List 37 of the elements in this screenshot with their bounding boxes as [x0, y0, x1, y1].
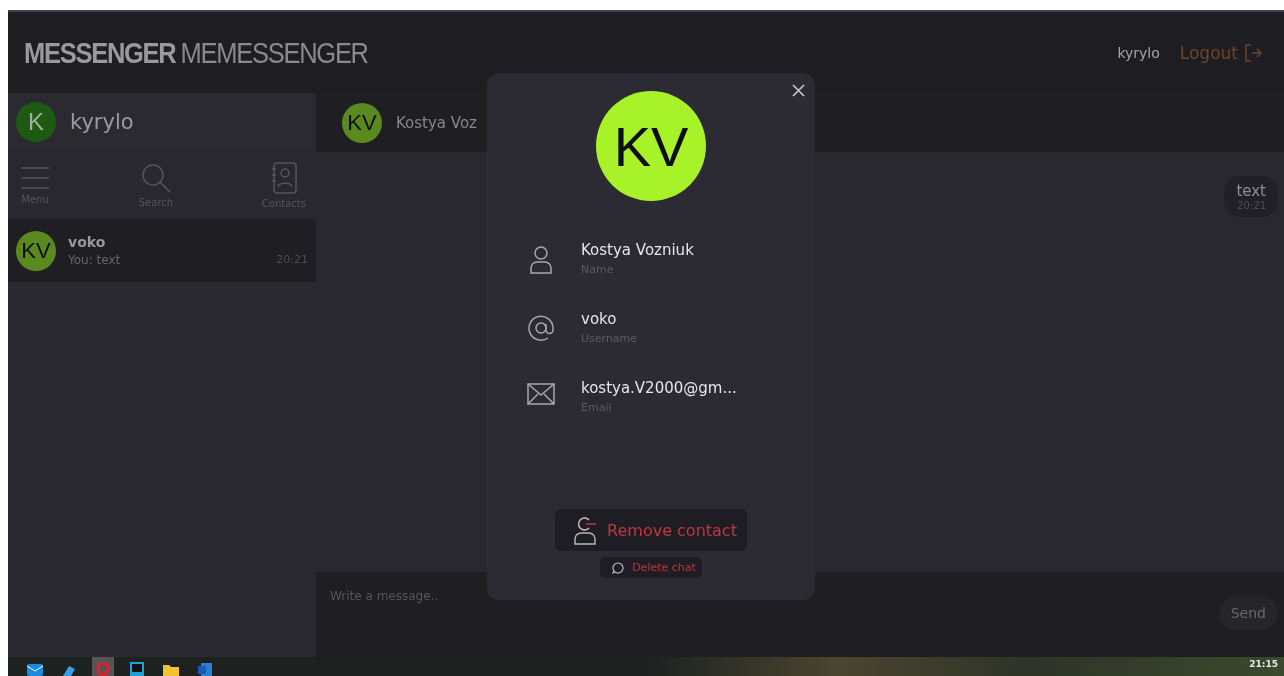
- send-button[interactable]: Send: [1218, 596, 1278, 630]
- ring-icon: [96, 662, 110, 676]
- remove-contact-button[interactable]: Remove contact: [555, 509, 747, 551]
- envelope-icon: [27, 664, 43, 676]
- delete-chat-button[interactable]: Delete chat: [600, 557, 702, 578]
- logout-icon: [1244, 43, 1262, 62]
- document-icon: [198, 663, 212, 676]
- logo-text: MESSENGER: [24, 35, 176, 70]
- message-preview: You: text: [68, 253, 121, 267]
- username: kyrylo: [1117, 44, 1160, 61]
- clock: 21:15: [1249, 659, 1278, 669]
- avatar: KV: [342, 102, 382, 143]
- at-sign-icon: [527, 314, 555, 342]
- message-text: text: [1236, 182, 1266, 200]
- logo-text: MEMESSENGER: [180, 35, 368, 70]
- remove-person-icon: [573, 515, 598, 545]
- tool-icon: [61, 664, 77, 676]
- address-book-icon: [270, 161, 297, 194]
- field-value: kostya.V2000@gm...: [581, 379, 737, 397]
- chat-bubble-icon: [612, 561, 625, 574]
- logout-link[interactable]: Logout: [1179, 42, 1262, 63]
- close-button[interactable]: [790, 82, 807, 99]
- square-icon: [130, 662, 144, 676]
- profile-name: kyrylo: [70, 109, 134, 134]
- search-icon: [140, 162, 171, 193]
- avatar: KV: [16, 230, 56, 271]
- field-value: voko: [581, 310, 618, 328]
- avatar: KV: [596, 91, 706, 201]
- field-value: Kostya Vozniuk: [581, 241, 694, 259]
- menu-icon: [20, 165, 50, 190]
- folder-icon: [163, 664, 179, 676]
- chat-title: Kostya Voz: [396, 113, 477, 132]
- chat-name: voko: [68, 234, 107, 250]
- avatar: K: [16, 101, 56, 142]
- close-icon: [792, 84, 805, 97]
- person-icon: [529, 245, 553, 275]
- envelope-icon: [527, 383, 555, 405]
